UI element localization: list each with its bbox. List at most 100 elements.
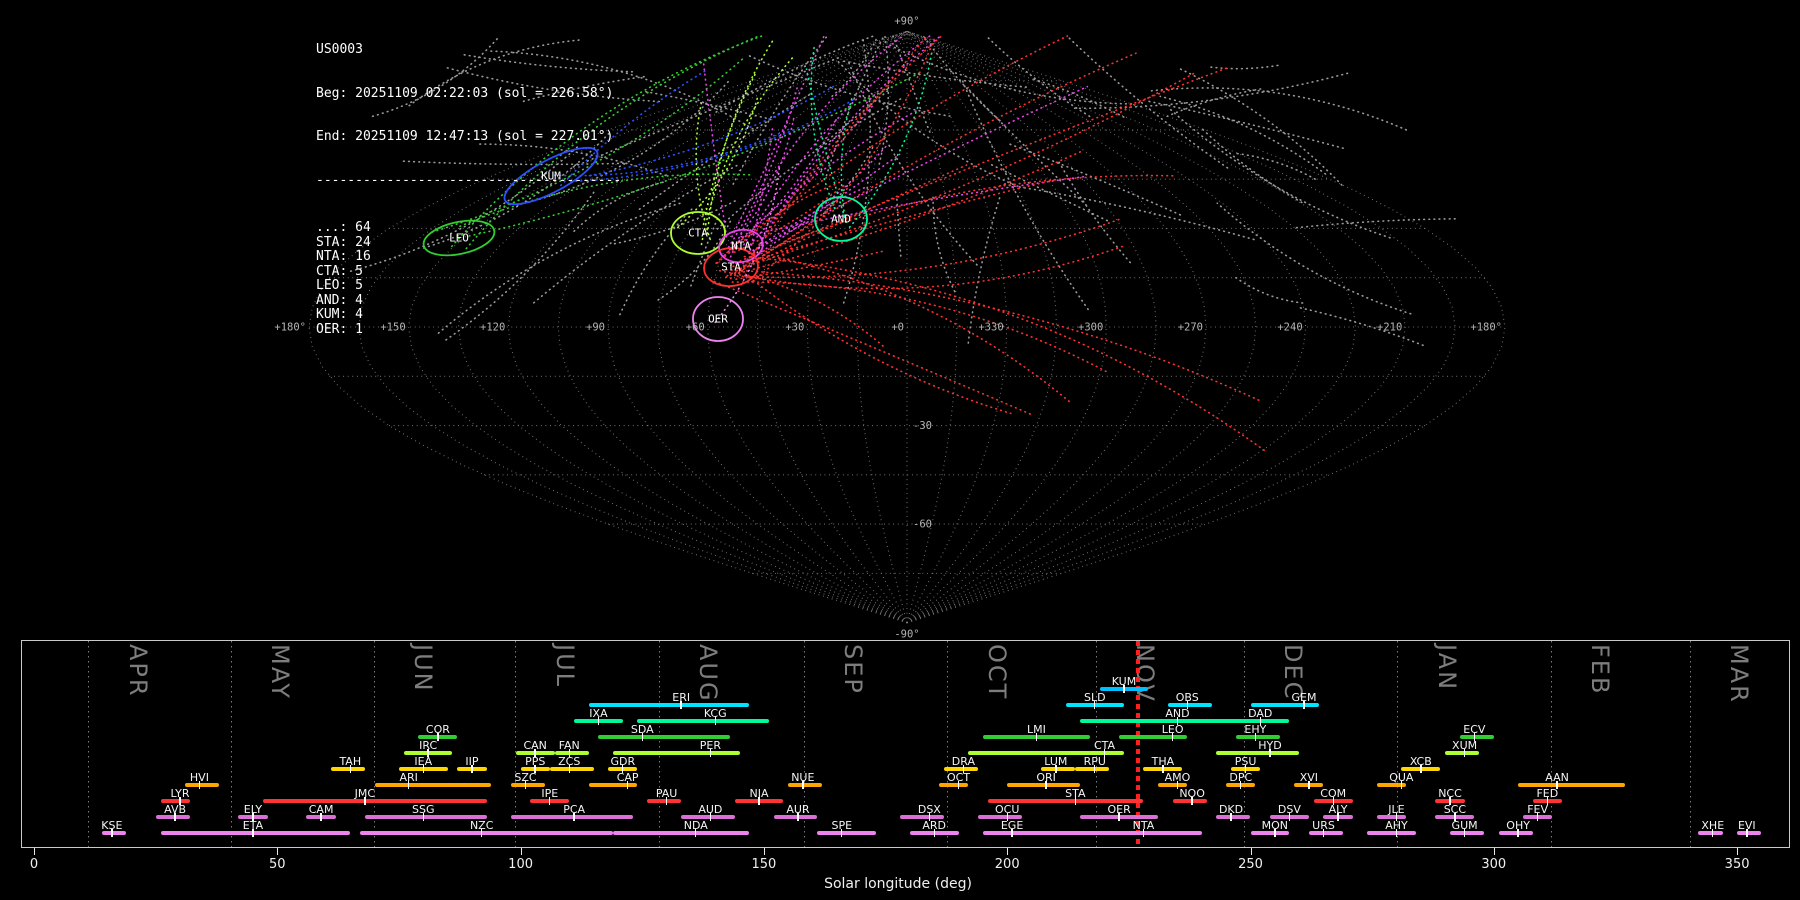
shower-bar-HYD: [1216, 751, 1300, 755]
shower-label-CAM: CAM: [308, 802, 334, 816]
shower-bar-SSG: [364, 815, 487, 819]
x-tick-label: 150: [751, 857, 777, 872]
shower-label-DRA: DRA: [951, 754, 975, 768]
shower-label-GDR: GDR: [610, 754, 636, 768]
shower-bar-XUM: [1445, 751, 1480, 755]
shower-bar-DKD: [1216, 815, 1251, 819]
shower-label-ETA: ETA: [242, 818, 264, 832]
shower-label-OHY: OHY: [1506, 818, 1530, 832]
shower-bar-KCG: [637, 719, 769, 723]
shower-label-AMO: AMO: [1164, 770, 1191, 784]
shower-label-SDA: SDA: [630, 722, 654, 736]
shower-bar-GUM: [1450, 831, 1485, 835]
shower-label-IPE: IPE: [541, 786, 559, 800]
shower-label-ORI: ORI: [1036, 770, 1056, 784]
shower-bar-HVI: [184, 783, 219, 787]
shower-label-HYD: HYD: [1258, 738, 1282, 752]
shower-bar-KSE: [102, 831, 127, 835]
shower-label-IXA: IXA: [589, 706, 608, 720]
shower-label-COR: COR: [425, 722, 450, 736]
shower-label-PSU: PSU: [1234, 754, 1257, 768]
x-tick-label: 100: [508, 857, 534, 872]
shower-label-OER: OER: [1107, 802, 1131, 816]
shower-bar-ZCS: [549, 767, 594, 771]
shower-bar-EVI: [1737, 831, 1762, 835]
month-label-OCT: OCT: [982, 644, 1011, 701]
shower-label-DKD: DKD: [1218, 802, 1244, 816]
month-label-MAY: MAY: [265, 644, 294, 700]
x-tick-label: 50: [269, 857, 286, 872]
shower-label-ELY: ELY: [243, 802, 263, 816]
shower-label-MON: MON: [1261, 818, 1289, 832]
shower-bar-OCT: [939, 783, 969, 787]
shower-label-KUM: KUM: [1111, 674, 1137, 688]
shower-label-NUE: NUE: [791, 770, 815, 784]
shower-label-SLD: SLD: [1083, 690, 1106, 704]
x-axis-tick: [1493, 848, 1495, 855]
shower-label-GEM: GEM: [1291, 690, 1317, 704]
shower-label-JLE: JLE: [1388, 802, 1405, 816]
shower-bar-NTA: [1026, 831, 1202, 835]
shower-label-OCU: OCU: [994, 802, 1020, 816]
shower-label-KCG: KCG: [703, 706, 727, 720]
shower-label-OBS: OBS: [1175, 690, 1199, 704]
x-tick-label: 250: [1238, 857, 1263, 872]
shower-label-THA: THA: [1151, 754, 1175, 768]
shower-label-XVI: XVI: [1299, 770, 1319, 784]
shower-bar-MON: [1250, 831, 1290, 835]
month-label-MAR: MAR: [1725, 644, 1754, 704]
shower-label-NIA: NIA: [749, 786, 769, 800]
x-axis-tick: [277, 848, 279, 855]
shower-bar-AHY: [1367, 831, 1416, 835]
shower-label-FED: FED: [1536, 786, 1559, 800]
shower-label-STA: STA: [1065, 786, 1086, 800]
shower-label-SPE: SPE: [831, 818, 853, 832]
shower-bar-ARI: [374, 783, 492, 787]
shower-label-ZCS: ZCS: [558, 754, 581, 768]
shower-label-LEO: LEO: [1161, 722, 1184, 736]
x-tick-label: 350: [1724, 857, 1750, 872]
shower-bar-AUR: [773, 815, 818, 819]
shower-label-NTA: NTA: [1132, 818, 1155, 832]
shower-label-CAN: CAN: [523, 738, 547, 752]
month-gridline: [230, 641, 232, 847]
shower-label-SSG: SSG: [412, 802, 435, 816]
shower-label-QUA: QUA: [1389, 770, 1414, 784]
month-label-JUN: JUN: [409, 644, 438, 693]
shower-bar-TAH: [330, 767, 365, 771]
shower-label-ALY: ALY: [1328, 802, 1348, 816]
shower-label-AHY: AHY: [1385, 818, 1408, 832]
shower-bar-PCA: [510, 815, 633, 819]
shower-label-XHE: XHE: [1701, 818, 1725, 832]
shower-label-LMI: LMI: [1026, 722, 1046, 736]
shower-label-CAP: CAP: [616, 770, 639, 784]
shower-label-XCB: XCB: [1409, 754, 1432, 768]
x-axis-tick: [520, 848, 522, 855]
month-gridline: [88, 641, 90, 847]
shower-label-SCC: SCC: [1443, 802, 1467, 816]
shower-label-ERI: ERI: [672, 690, 691, 704]
x-axis-label: Solar longitude (deg): [824, 876, 972, 892]
shower-label-OCT: OCT: [947, 770, 971, 784]
shower-label-SZC: SZC: [514, 770, 537, 784]
shower-label-CTA: CTA: [1093, 738, 1116, 752]
shower-bar-OHY: [1498, 831, 1533, 835]
shower-label-AAN: AAN: [1545, 770, 1569, 784]
activity-timeline: Solar longitude (deg) APR MAY JUN JUL AUG SEP…: [0, 0, 1800, 900]
shower-label-EVI: EVI: [1737, 818, 1756, 832]
shower-label-PCA: PCA: [563, 802, 586, 816]
shower-label-ECV: ECV: [1463, 722, 1486, 736]
shower-label-FAN: FAN: [558, 738, 580, 752]
shower-bar-CAP: [588, 783, 638, 787]
x-tick-label: 200: [994, 857, 1020, 872]
shower-bar-XHE: [1698, 831, 1723, 835]
month-gridline: [658, 641, 660, 847]
shower-bar-SZC: [510, 783, 545, 787]
shower-label-ARI: ARI: [399, 770, 418, 784]
shower-bar-ETA: [160, 831, 351, 835]
shower-label-DPC: DPC: [1229, 770, 1253, 784]
x-axis-tick: [34, 848, 36, 855]
month-label-FEB: FEB: [1586, 644, 1615, 696]
shower-label-LUM: LUM: [1044, 754, 1068, 768]
shower-label-PAU: PAU: [655, 786, 678, 800]
